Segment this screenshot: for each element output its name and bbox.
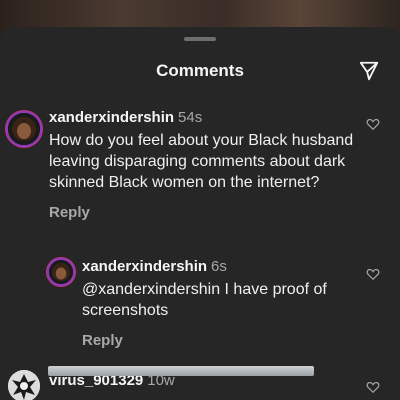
- comments-sheet: Comments xanderxindershin 54s How do you …: [0, 27, 400, 400]
- reply-item: xanderxindershin 6s @xanderxindershin I h…: [82, 258, 357, 350]
- comment-text: How do you feel about your Black husband…: [49, 132, 354, 191]
- comment-time: 6s: [211, 258, 227, 275]
- page-title: Comments: [156, 61, 244, 80]
- heart-icon[interactable]: [366, 267, 380, 281]
- heart-icon[interactable]: [366, 117, 380, 131]
- paper-plane-icon[interactable]: [358, 60, 380, 82]
- avatar[interactable]: [8, 370, 40, 400]
- comment-time: 54s: [178, 109, 203, 126]
- reply-button[interactable]: Reply: [82, 332, 123, 349]
- comment-item: xanderxindershin 54s How do you feel abou…: [49, 109, 354, 222]
- drag-handle[interactable]: [184, 37, 216, 41]
- comment-username[interactable]: xanderxindershin: [82, 258, 207, 275]
- comment-image-preview[interactable]: [48, 366, 314, 376]
- heart-icon[interactable]: [366, 380, 380, 394]
- comment-username[interactable]: xanderxindershin: [49, 109, 174, 126]
- avatar[interactable]: [47, 258, 75, 286]
- avatar[interactable]: [6, 111, 42, 147]
- comment-text: @xanderxindershin I have proof of screen…: [82, 281, 327, 319]
- reply-button[interactable]: Reply: [49, 204, 90, 221]
